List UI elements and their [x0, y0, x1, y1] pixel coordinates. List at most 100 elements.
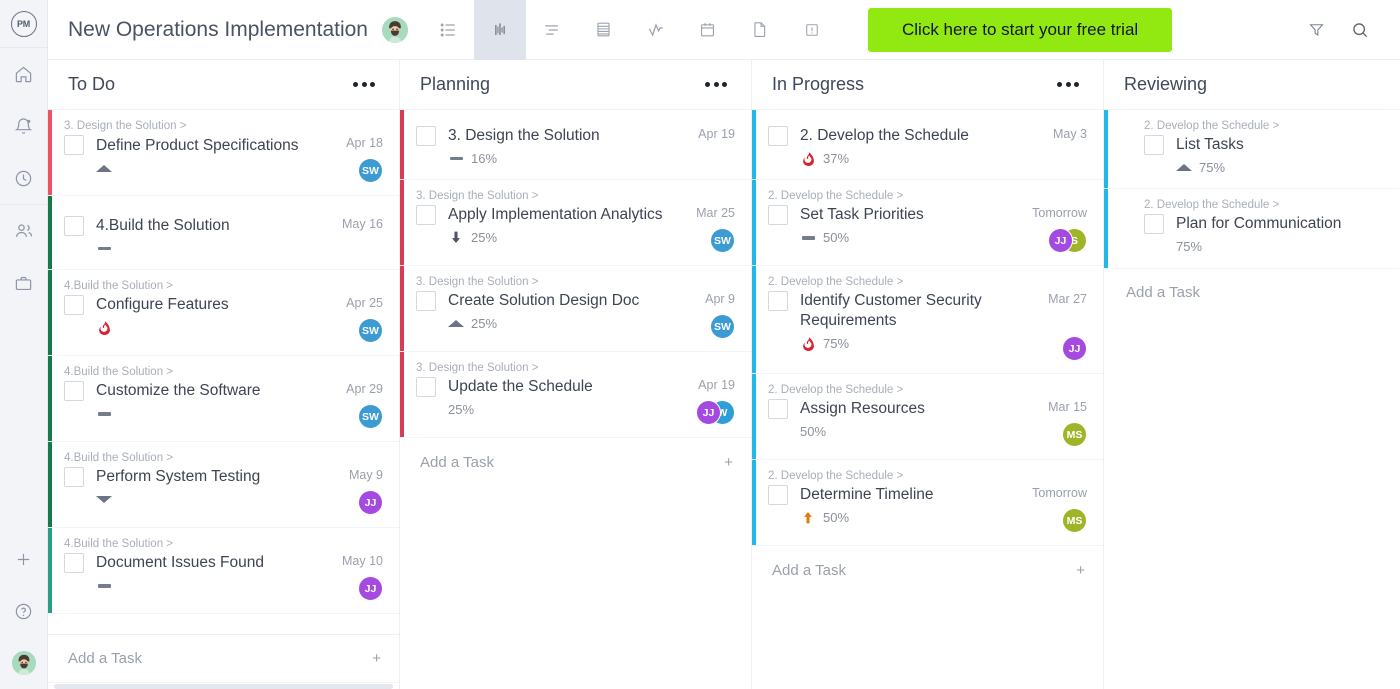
card-assignees[interactable]: SW — [358, 318, 383, 343]
card-assignees[interactable]: MS — [1062, 508, 1087, 533]
project-owner-avatar[interactable] — [382, 17, 408, 43]
tab-workload[interactable] — [630, 0, 682, 60]
docs-view-icon — [750, 20, 769, 39]
card-breadcrumb: 4.Build the Solution > — [64, 280, 383, 292]
tab-board[interactable] — [474, 0, 526, 60]
column-menu-button[interactable] — [1051, 76, 1085, 93]
rail-secondary-group — [0, 205, 48, 309]
briefcase-icon — [14, 274, 33, 293]
card-checkbox[interactable] — [768, 205, 788, 225]
task-card[interactable]: 4.Build the Solution > Document Issues F… — [48, 528, 399, 614]
card-checkbox[interactable] — [768, 399, 788, 419]
avatar: SW — [358, 404, 383, 429]
tab-list[interactable] — [422, 0, 474, 60]
card-assignees[interactable]: JJ — [1062, 336, 1087, 361]
task-card[interactable]: 2. Develop the Schedule > Determine Time… — [752, 460, 1103, 546]
priority-up-icon — [448, 316, 464, 332]
card-assignees[interactable]: SW — [358, 158, 383, 183]
tab-sheet[interactable] — [578, 0, 630, 60]
tab-docs[interactable] — [734, 0, 786, 60]
filter-button[interactable] — [1294, 0, 1338, 60]
sidebar-item-notifications[interactable] — [0, 100, 48, 152]
column-title: In Progress — [772, 74, 864, 95]
sidebar-item-portfolio[interactable] — [0, 257, 48, 309]
tab-calendar[interactable] — [682, 0, 734, 60]
column-card-list[interactable]: 2. Develop the Schedule > List Tasks 75% — [1104, 110, 1400, 689]
card-checkbox[interactable] — [64, 135, 84, 155]
rail-primary-group — [0, 48, 48, 204]
card-title: 4.Build the Solution — [96, 216, 313, 235]
task-card[interactable]: 2. Develop the Schedule > List Tasks 75% — [1104, 110, 1400, 189]
card-checkbox[interactable] — [416, 291, 436, 311]
avatar: MS — [1062, 422, 1087, 447]
card-checkbox[interactable] — [64, 467, 84, 487]
sidebar-item-add[interactable] — [0, 533, 48, 585]
card-assignees[interactable]: JJ — [358, 576, 383, 601]
card-meta: 16% — [448, 149, 665, 167]
sidebar-item-recent[interactable] — [0, 152, 48, 204]
task-card[interactable]: 2. Develop the Schedule > Assign Resourc… — [752, 374, 1103, 460]
search-button[interactable] — [1338, 0, 1382, 60]
add-task-button[interactable]: Add a Task — [1104, 269, 1400, 317]
tab-dashboard[interactable] — [786, 0, 838, 60]
card-assignees[interactable]: SW — [710, 228, 735, 253]
card-assignees[interactable]: JJ — [358, 490, 383, 515]
sidebar-item-account[interactable] — [0, 637, 48, 689]
home-icon — [14, 65, 33, 84]
card-assignees[interactable]: JJ S — [1048, 228, 1087, 253]
card-progress: 50% — [823, 510, 849, 525]
task-card[interactable]: 3. Design the Solution > Define Product … — [48, 110, 399, 196]
card-checkbox[interactable] — [416, 377, 436, 397]
card-side: May 3 — [1025, 126, 1087, 167]
task-card[interactable]: 2. Develop the Schedule > Set Task Prior… — [752, 180, 1103, 266]
card-checkbox[interactable] — [64, 216, 84, 236]
task-card[interactable]: 4.Build the Solution > Perform System Te… — [48, 442, 399, 528]
card-checkbox[interactable] — [768, 126, 788, 146]
horizontal-scrollbar[interactable] — [48, 682, 399, 689]
task-card[interactable]: 2. Develop the Schedule 37% — [752, 110, 1103, 180]
board-column-to-do: To Do 3. Design the Solution > Define Pr… — [48, 60, 400, 689]
task-card[interactable]: 3. Design the Solution > Create Solution… — [400, 266, 751, 352]
task-card[interactable]: 2. Develop the Schedule > Identify Custo… — [752, 266, 1103, 374]
column-card-list[interactable]: 3. Design the Solution 16% Apr 19 — [400, 110, 751, 689]
add-task-button[interactable]: Add a Task + — [48, 634, 399, 682]
card-checkbox[interactable] — [64, 295, 84, 315]
card-side: Tomorrow MS — [1025, 485, 1087, 533]
task-card[interactable]: 3. Design the Solution > Update the Sche… — [400, 352, 751, 438]
free-trial-cta-button[interactable]: Click here to start your free trial — [868, 8, 1172, 52]
task-card[interactable]: 2. Develop the Schedule > Plan for Commu… — [1104, 189, 1400, 268]
card-progress: 75% — [1199, 160, 1225, 175]
task-card[interactable]: 4.Build the Solution > Configure Feature… — [48, 270, 399, 356]
card-assignees[interactable]: SW — [710, 314, 735, 339]
column-card-list[interactable]: 2. Develop the Schedule 37% — [752, 110, 1103, 689]
sidebar-item-home[interactable] — [0, 48, 48, 100]
tab-gantt[interactable] — [526, 0, 578, 60]
card-assignees[interactable]: JJ W — [696, 400, 735, 425]
card-assignees[interactable]: MS — [1062, 422, 1087, 447]
card-checkbox[interactable] — [416, 205, 436, 225]
add-task-button[interactable]: Add a Task + — [400, 438, 751, 486]
card-checkbox[interactable] — [768, 291, 788, 311]
card-checkbox[interactable] — [64, 381, 84, 401]
task-card[interactable]: 4.Build the Solution > Customize the Sof… — [48, 356, 399, 442]
card-checkbox[interactable] — [1144, 135, 1164, 155]
app-logo[interactable]: PM — [0, 0, 48, 48]
column-menu-button[interactable] — [699, 76, 733, 93]
card-checkbox[interactable] — [64, 553, 84, 573]
card-checkbox[interactable] — [1144, 214, 1164, 234]
task-card[interactable]: 3. Design the Solution 16% Apr 19 — [400, 110, 751, 180]
task-card[interactable]: 4.Build the Solution May 16 — [48, 196, 399, 270]
card-side: Apr 25 SW — [321, 295, 383, 343]
card-checkbox[interactable] — [768, 485, 788, 505]
sidebar-item-team[interactable] — [0, 205, 48, 257]
sidebar-item-help[interactable] — [0, 585, 48, 637]
add-task-button[interactable]: Add a Task + — [752, 546, 1103, 594]
card-meta — [96, 405, 313, 423]
task-card[interactable]: 3. Design the Solution > Apply Implement… — [400, 180, 751, 266]
column-menu-button[interactable] — [347, 76, 381, 93]
column-card-list[interactable]: 3. Design the Solution > Define Product … — [48, 110, 399, 634]
card-assignees[interactable]: SW — [358, 404, 383, 429]
column-header: Planning — [400, 60, 751, 110]
card-checkbox[interactable] — [416, 126, 436, 146]
card-content: 4.Build the Solution — [96, 216, 313, 257]
